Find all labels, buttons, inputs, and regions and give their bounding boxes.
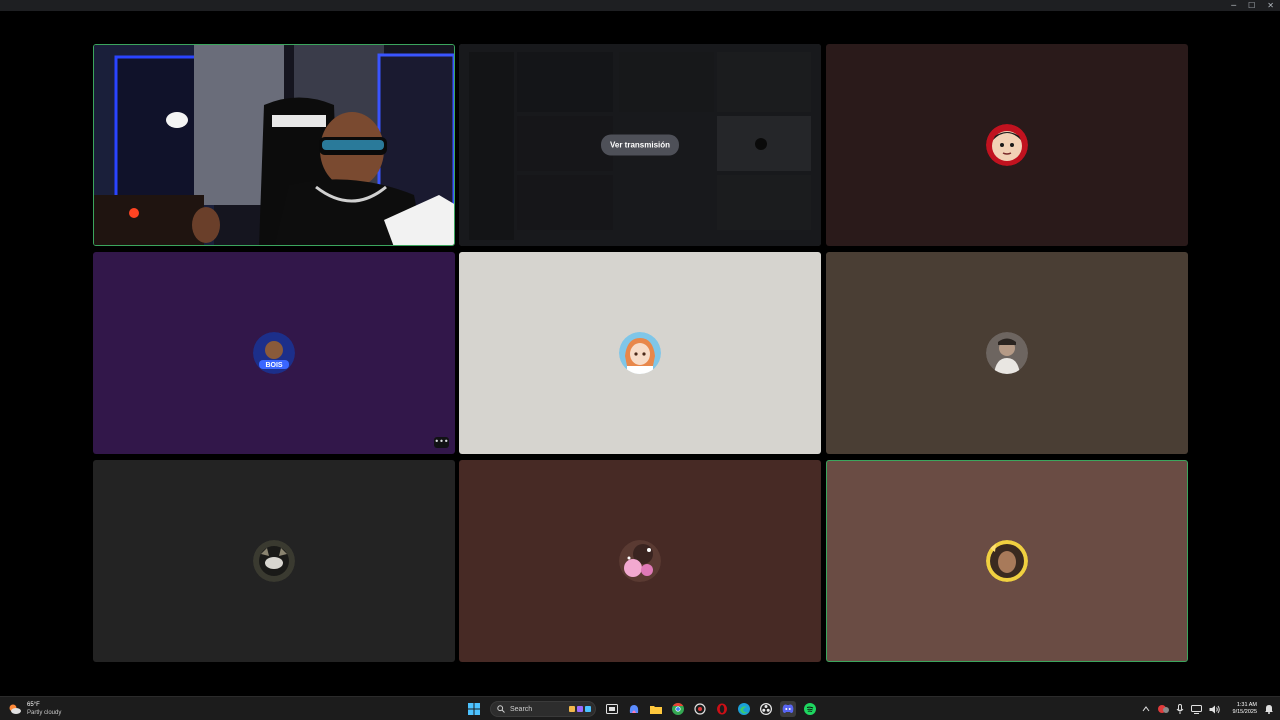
avatar-tile-red[interactable] <box>826 44 1188 246</box>
clock-date: 9/15/2025 <box>1232 709 1257 715</box>
window-controls: ─ ☐ ✕ <box>1231 0 1274 11</box>
title-bar: ─ ☐ ✕ <box>0 0 1280 11</box>
avatar-tile-anime[interactable] <box>459 252 821 454</box>
discord-button[interactable] <box>780 701 796 717</box>
chrome-button[interactable] <box>670 701 686 717</box>
user-avatar <box>986 332 1028 374</box>
obs-icon <box>760 703 772 715</box>
opera-button[interactable] <box>714 701 730 717</box>
record-icon <box>694 703 706 715</box>
clock-time: 1:31 AM <box>1236 702 1257 708</box>
start-button[interactable] <box>466 701 482 717</box>
opera-icon <box>717 703 727 715</box>
weather-widget[interactable]: 65°F Partly cloudy <box>8 700 61 718</box>
minimize-button[interactable]: ─ <box>1231 0 1236 11</box>
user-avatar <box>619 540 661 582</box>
chrome-icon <box>672 703 684 715</box>
chevron-up-icon[interactable] <box>1142 706 1150 712</box>
webcam-video-frame <box>94 45 454 245</box>
watch-stream-button[interactable]: Ver transmisión <box>600 134 680 156</box>
file-explorer-button[interactable] <box>648 701 664 717</box>
system-clock[interactable]: 1:31 AM 9/15/2025 <box>1233 702 1257 716</box>
task-view-icon <box>606 704 618 714</box>
spotify-icon <box>804 703 816 715</box>
user-avatar <box>986 540 1028 582</box>
system-tray: 1:31 AM 9/15/2025 <box>1142 699 1274 719</box>
taskbar-apps: Search <box>466 699 818 719</box>
call-stage: Ver transmisión BOIS ••• <box>0 11 1280 696</box>
copilot-button[interactable] <box>626 701 642 717</box>
partly-cloudy-icon <box>9 704 21 714</box>
user-avatar: BOIS <box>253 332 295 374</box>
maximize-button[interactable]: ☐ <box>1248 0 1255 11</box>
user-avatar <box>986 124 1028 166</box>
video-tile-webcam[interactable] <box>93 44 455 246</box>
edge-button[interactable] <box>736 701 752 717</box>
obs-button[interactable] <box>758 701 774 717</box>
search-highlight-icon <box>569 706 591 712</box>
user-avatar <box>253 540 295 582</box>
weather-condition: Partly cloudy <box>27 709 62 716</box>
copilot-icon <box>629 705 639 713</box>
notification-bell-icon[interactable] <box>1264 704 1274 714</box>
avatar-tile-gold[interactable] <box>826 460 1188 662</box>
user-avatar <box>619 332 661 374</box>
stream-tile-screen-share[interactable]: Ver transmisión <box>459 44 821 246</box>
search-icon <box>497 705 505 713</box>
tray-app-icon[interactable] <box>1157 704 1169 714</box>
app-red-button[interactable] <box>692 701 708 717</box>
folder-icon <box>650 706 662 714</box>
volume-icon[interactable] <box>1209 705 1220 714</box>
avatar-text: BOIS <box>265 362 282 369</box>
task-view-button[interactable] <box>604 701 620 717</box>
weather-temp: 65°F <box>27 701 40 708</box>
spotify-button[interactable] <box>802 701 818 717</box>
search-label: Search <box>510 705 533 713</box>
display-icon[interactable] <box>1190 704 1202 714</box>
close-button[interactable]: ✕ <box>1267 0 1274 11</box>
avatar-tile-photo[interactable] <box>826 252 1188 454</box>
taskbar: 65°F Partly cloudy Search 1:31 AM 9/15/2… <box>0 696 1280 720</box>
avatar-tile-dark[interactable] <box>93 460 455 662</box>
avatar-tile-pink[interactable] <box>459 460 821 662</box>
discord-icon <box>782 704 794 713</box>
microphone-icon[interactable] <box>1176 704 1184 714</box>
more-options-button[interactable]: ••• <box>434 437 449 448</box>
edge-icon <box>738 703 750 715</box>
avatar-tile-bois[interactable]: BOIS ••• <box>93 252 455 454</box>
windows-icon <box>468 703 480 715</box>
taskbar-search[interactable]: Search <box>490 701 596 717</box>
